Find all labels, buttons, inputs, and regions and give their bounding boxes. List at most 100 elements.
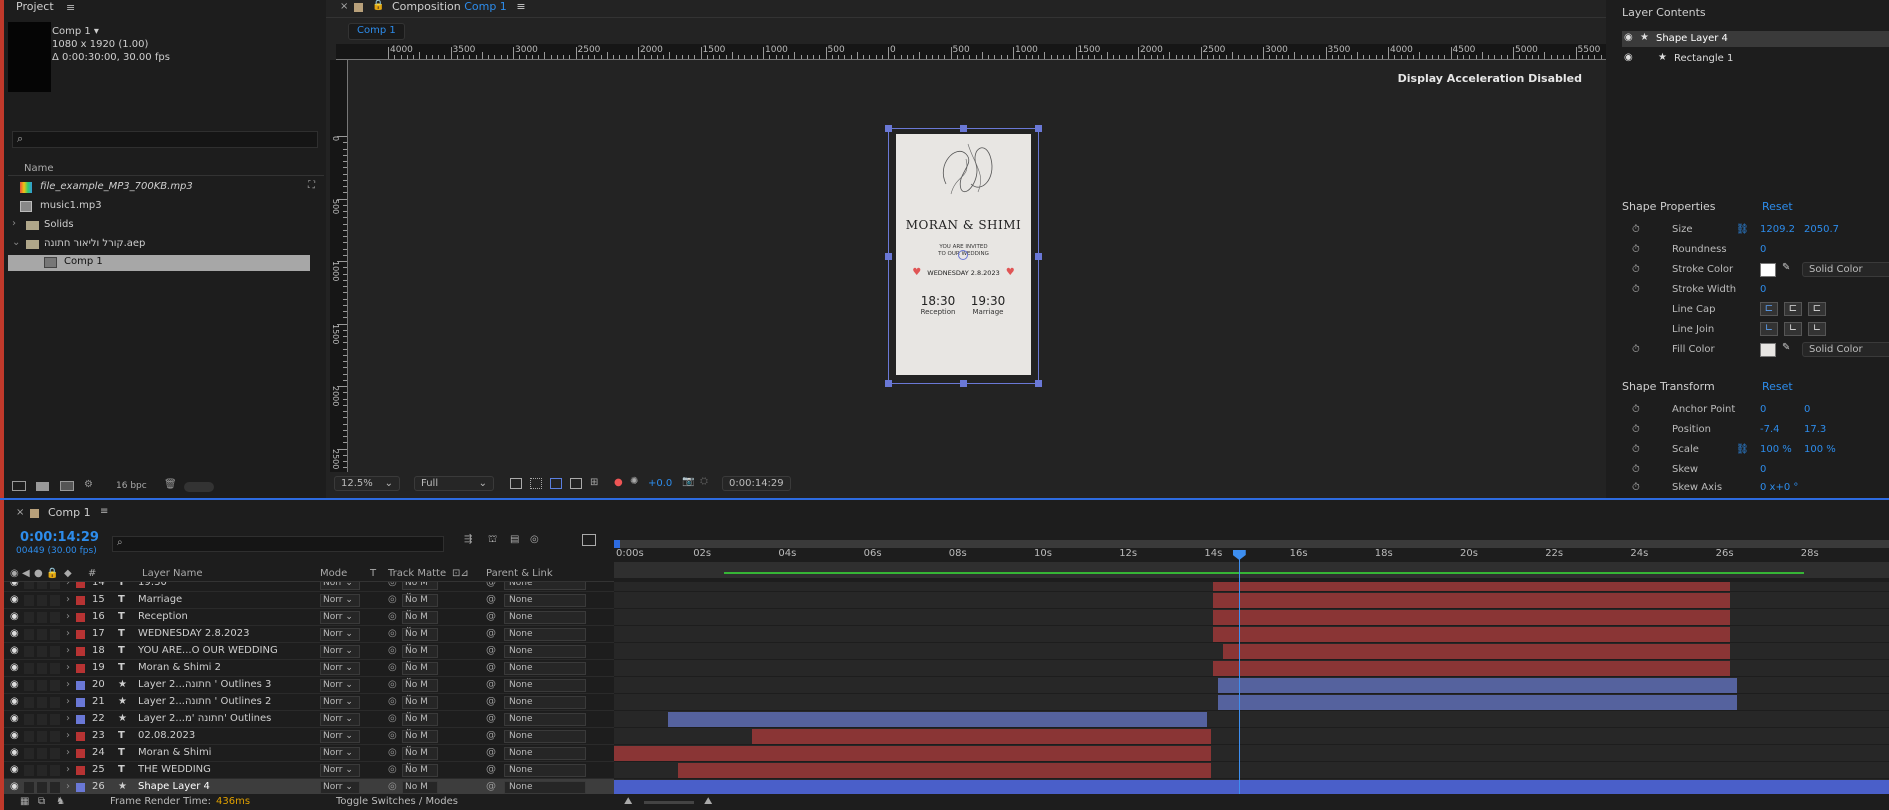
- chevron-right-icon[interactable]: ›: [66, 662, 70, 673]
- panel-menu-icon[interactable]: ≡: [66, 1, 75, 14]
- pick-whip-icon[interactable]: @: [486, 662, 496, 673]
- layer-name[interactable]: Moran & Shimi 2: [138, 662, 313, 673]
- track-matte-dropdown[interactable]: No M ⌄: [402, 611, 438, 632]
- solo-switch[interactable]: [37, 582, 47, 589]
- pick-whip-icon[interactable]: @: [486, 781, 496, 792]
- layer-duration-bar[interactable]: [614, 746, 1211, 761]
- eye-icon[interactable]: ◉: [10, 662, 19, 673]
- label-color-swatch[interactable]: [76, 749, 85, 758]
- position-y-value[interactable]: 17.3: [1804, 424, 1826, 435]
- eyedropper-icon[interactable]: ✎: [1782, 262, 1790, 273]
- layer-name[interactable]: Reception: [138, 611, 313, 622]
- project-item[interactable]: music1.mp3: [20, 199, 320, 215]
- mode-dropdown[interactable]: Norr ⌄: [320, 747, 360, 760]
- trash-icon[interactable]: 🗑: [164, 479, 177, 490]
- solo-switch[interactable]: [37, 612, 47, 623]
- chevron-right-icon[interactable]: ›: [66, 781, 70, 792]
- track-matte-dropdown[interactable]: No M ⌄: [402, 730, 438, 751]
- layer-name[interactable]: YOU ARE...O OUR WEDDING: [138, 645, 313, 656]
- anchor-point-icon[interactable]: [958, 250, 968, 260]
- av-switch[interactable]: [24, 680, 34, 691]
- solo-switch[interactable]: [37, 748, 47, 759]
- parent-dropdown[interactable]: None: [504, 764, 586, 777]
- eye-icon[interactable]: ◉: [10, 713, 19, 724]
- composition-link[interactable]: Comp 1: [464, 0, 507, 13]
- anchor-x-value[interactable]: 0: [1760, 404, 1766, 415]
- track-matte-icon[interactable]: ◎: [388, 594, 397, 605]
- link-icon[interactable]: ⛓: [1736, 224, 1749, 235]
- layer-name[interactable]: Marriage: [138, 594, 313, 605]
- snapshot-icon[interactable]: 📷: [682, 476, 694, 487]
- track-matte-dropdown[interactable]: No M ⌄: [402, 582, 438, 598]
- butt-cap-icon[interactable]: ⊏: [1760, 302, 1778, 316]
- zoom-in-icon[interactable]: ⛰: [704, 796, 712, 807]
- layer-name[interactable]: WEDNESDAY 2.8.2023: [138, 628, 313, 639]
- switches-icon[interactable]: ⊡⊿: [452, 568, 469, 579]
- label-icon[interactable]: ◆: [64, 568, 72, 579]
- fill-mode-dropdown[interactable]: Solid Color: [1802, 342, 1889, 357]
- av-switch[interactable]: [24, 765, 34, 776]
- chevron-right-icon[interactable]: ›: [66, 730, 70, 741]
- parent-dropdown[interactable]: None: [504, 781, 586, 794]
- shape-properties-reset[interactable]: Reset: [1762, 200, 1793, 213]
- layer-row[interactable]: ◉ › 22 ★ Layer 2...חתונה 'מ' Outlines Norr ⌄ ◎…: [4, 711, 614, 734]
- track-matte-dropdown[interactable]: No M ⌄: [402, 679, 438, 700]
- solo-switch[interactable]: [37, 765, 47, 776]
- layer-name[interactable]: Layer 2...חתונה ' Outlines 3: [138, 679, 313, 690]
- mode-dropdown[interactable]: Norr ⌄: [320, 662, 360, 675]
- stopwatch-icon[interactable]: ⏱: [1632, 264, 1640, 275]
- solo-switch[interactable]: [37, 731, 47, 742]
- eye-icon[interactable]: ◉: [10, 679, 19, 690]
- layer-row[interactable]: ◉ › 15 T Marriage Norr ⌄ ◎ No M ⌄ @ None: [4, 592, 614, 615]
- transfer-icon[interactable]: ♞: [56, 796, 65, 807]
- av-switch[interactable]: [24, 612, 34, 623]
- parent-dropdown[interactable]: None: [504, 679, 586, 692]
- track-matte-dropdown[interactable]: No M ⌄: [402, 662, 438, 683]
- track-matte-icon[interactable]: ◎: [388, 696, 397, 707]
- layer-row[interactable]: ◉ › 14 T 19:30 Norr ⌄ ◎ No M ⌄ @ None: [4, 582, 614, 598]
- stopwatch-icon[interactable]: ⏱: [1632, 224, 1640, 235]
- layer-duration-bar[interactable]: [1213, 582, 1730, 591]
- layer-duration-bar[interactable]: [1218, 695, 1738, 710]
- parent-dropdown[interactable]: None: [504, 713, 586, 726]
- layer-duration-bar[interactable]: [1223, 644, 1730, 659]
- track-matte-icon[interactable]: ◎: [388, 662, 397, 673]
- layer-contents-item[interactable]: ◉ ★ Rectangle 1: [1622, 51, 1889, 67]
- solo-switch[interactable]: [37, 680, 47, 691]
- chevron-right-icon[interactable]: ›: [66, 696, 70, 707]
- lock-switch[interactable]: [50, 663, 60, 674]
- label-color-swatch[interactable]: [76, 681, 85, 690]
- lock-switch[interactable]: [50, 612, 60, 623]
- interpret-footage-icon[interactable]: [12, 481, 26, 491]
- mode-dropdown[interactable]: Norr ⌄: [320, 781, 360, 794]
- timeline-timecode[interactable]: 0:00:14:29: [20, 530, 99, 545]
- chevron-down-icon[interactable]: ⌄: [12, 237, 20, 248]
- stopwatch-icon[interactable]: ⏱: [1632, 464, 1640, 475]
- solo-switch[interactable]: [37, 595, 47, 606]
- label-color-swatch[interactable]: [76, 630, 85, 639]
- mode-dropdown[interactable]: Norr ⌄: [320, 628, 360, 641]
- lock-switch[interactable]: [50, 697, 60, 708]
- anchor-y-value[interactable]: 0: [1804, 404, 1810, 415]
- work-area-start-handle[interactable]: [614, 540, 620, 548]
- panel-menu-icon[interactable]: ≡: [100, 506, 108, 517]
- eye-icon[interactable]: ◉: [10, 730, 19, 741]
- transform-handle[interactable]: [1035, 380, 1042, 387]
- resolution-dropdown[interactable]: Full ⌄: [414, 476, 494, 491]
- track-matte-icon[interactable]: ◎: [388, 747, 397, 758]
- stroke-color-swatch[interactable]: [1760, 263, 1776, 277]
- lock-switch[interactable]: [50, 646, 60, 657]
- parent-dropdown[interactable]: None: [504, 696, 586, 709]
- shy-layers-icon[interactable]: ▤: [510, 534, 519, 545]
- label-color-swatch[interactable]: [76, 613, 85, 622]
- av-switch[interactable]: [24, 714, 34, 725]
- solo-switch-icon[interactable]: ●: [34, 568, 43, 579]
- eye-icon[interactable]: ◉: [10, 628, 19, 639]
- track-matte-icon[interactable]: ◎: [388, 645, 397, 656]
- mode-dropdown[interactable]: Norr ⌄: [320, 594, 360, 607]
- stopwatch-icon[interactable]: ⏱: [1632, 344, 1640, 355]
- stroke-width-value[interactable]: 0: [1760, 284, 1766, 295]
- pick-whip-icon[interactable]: @: [486, 764, 496, 775]
- chevron-right-icon[interactable]: ›: [66, 764, 70, 775]
- scale-x-value[interactable]: 100 %: [1760, 444, 1792, 455]
